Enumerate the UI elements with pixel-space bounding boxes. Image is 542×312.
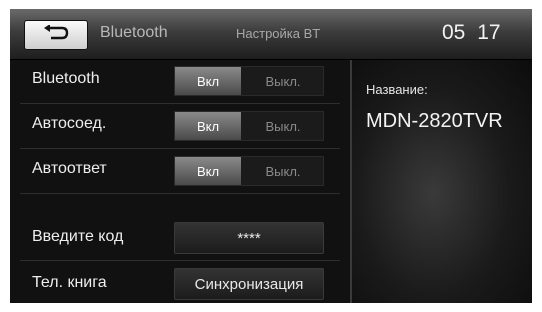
setting-label: Автоответ <box>32 160 107 177</box>
settings-list: Bluetooth Вкл Выкл. Автосоед. Вкл Выкл. … <box>10 60 350 303</box>
setting-row-autoconnect: Автосоед. Вкл Выкл. <box>10 105 350 145</box>
bluetooth-on-button[interactable]: Вкл <box>175 67 241 95</box>
screen-title: Bluetooth <box>100 24 168 41</box>
device-name-value: MDN-2820TVR <box>366 110 503 132</box>
back-button[interactable] <box>24 20 88 50</box>
bluetooth-settings-screen: Bluetooth Настройка BT 05 17 Bluetooth В… <box>10 9 532 303</box>
setting-label: Тел. книга <box>32 274 107 291</box>
autoconnect-on-button[interactable]: Вкл <box>175 112 241 140</box>
setting-row-bluetooth: Bluetooth Вкл Выкл. <box>10 60 350 100</box>
row-divider <box>20 148 340 149</box>
row-divider <box>20 103 340 104</box>
bluetooth-off-button[interactable]: Выкл. <box>243 67 323 95</box>
device-name-label: Название: <box>366 82 428 97</box>
setting-label: Bluetooth <box>32 70 100 87</box>
autoconnect-toggle: Вкл Выкл. <box>174 111 324 141</box>
bluetooth-toggle: Вкл Выкл. <box>174 66 324 96</box>
back-arrow-icon <box>43 24 69 45</box>
top-bar: Bluetooth Настройка BT 05 17 <box>10 9 532 60</box>
sync-phonebook-button[interactable]: Синхронизация <box>174 268 324 300</box>
screen-subtitle: Настройка BT <box>236 26 321 41</box>
setting-label: Введите код <box>32 228 124 245</box>
pin-code-button[interactable]: **** <box>174 222 324 254</box>
setting-label: Автосоед. <box>32 115 107 132</box>
autoanswer-toggle: Вкл Выкл. <box>174 156 324 186</box>
row-divider <box>20 260 340 261</box>
autoanswer-on-button[interactable]: Вкл <box>175 157 241 185</box>
row-divider <box>20 193 340 194</box>
setting-row-phonebook: Тел. книга Синхронизация <box>10 262 350 302</box>
device-info-panel: Название: MDN-2820TVR <box>352 60 532 303</box>
setting-row-code: Введите код **** <box>10 216 350 256</box>
autoanswer-off-button[interactable]: Выкл. <box>243 157 323 185</box>
setting-row-autoanswer: Автоответ Вкл Выкл. <box>10 150 350 190</box>
clock: 05 17 <box>442 21 501 44</box>
autoconnect-off-button[interactable]: Выкл. <box>243 112 323 140</box>
